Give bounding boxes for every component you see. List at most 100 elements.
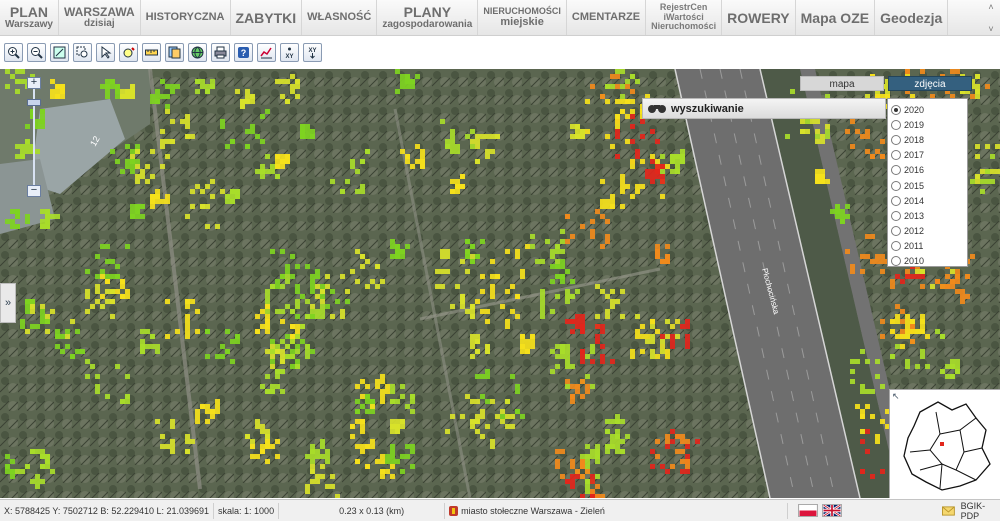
print-icon xyxy=(214,46,227,59)
year-radio[interactable] xyxy=(891,134,901,145)
tab-geodezja[interactable]: Geodezja xyxy=(875,0,949,35)
tab-rejestr-line: Nieruchomości xyxy=(651,21,717,32)
measure-ruler-button[interactable] xyxy=(142,43,161,62)
help-button[interactable]: ? xyxy=(234,43,253,62)
nav-scroll-arrows[interactable]: ˄ ˅ xyxy=(986,2,996,34)
data-source-label: miasto stołeczne Warszawa - Zieleń xyxy=(461,505,605,516)
zoom-out-button[interactable] xyxy=(27,43,46,62)
year-label: 2020 xyxy=(904,104,925,115)
aerial-ndvi-map[interactable]: 12 Płochocińska xyxy=(0,69,1000,498)
year-option[interactable]: 2020 xyxy=(891,102,967,117)
year-selector: 2020 2019 2018 2017 2016 2015 2014 2013 2012 2011… xyxy=(887,98,968,267)
zoom-extent-icon xyxy=(53,46,66,59)
tab-subtitle: dzisiaj xyxy=(84,18,115,29)
zoom-plus-button[interactable]: + xyxy=(27,77,41,89)
year-option[interactable]: 2014 xyxy=(891,193,967,208)
print-button[interactable] xyxy=(211,43,230,62)
year-radio[interactable] xyxy=(891,165,901,176)
year-radio[interactable] xyxy=(891,119,901,130)
svg-text:XY: XY xyxy=(285,54,293,59)
year-label: 2015 xyxy=(904,180,925,191)
tab-zabytki[interactable]: ZABYTKI xyxy=(231,0,303,35)
help-icon: ? xyxy=(238,47,249,58)
basemap-tab[interactable]: mapa xyxy=(800,76,884,91)
zoom-extent-button[interactable] xyxy=(50,43,69,62)
select-pointer-button[interactable] xyxy=(96,43,115,62)
english-flag-icon[interactable] xyxy=(821,504,842,517)
tab-subtitle: zagospodarowania xyxy=(382,19,473,30)
year-option[interactable]: 2019 xyxy=(891,117,967,132)
globe-button[interactable] xyxy=(188,43,207,62)
tab-title: Mapa OZE xyxy=(800,9,870,26)
tab-rejestr[interactable]: RejestrCen iWartości Nieruchomości xyxy=(646,0,723,35)
coordinates-xy-button[interactable]: XY xyxy=(280,43,299,62)
tab-plan-warszawy[interactable]: PLAN Warszawy xyxy=(0,0,59,35)
year-label: 2018 xyxy=(904,134,925,145)
overview-map[interactable]: ↖ xyxy=(889,389,1000,498)
year-radio[interactable] xyxy=(891,226,901,237)
zoom-handle[interactable] xyxy=(27,99,41,106)
tab-historyczna[interactable]: HISTORYCZNA xyxy=(141,0,231,35)
pan-icon xyxy=(123,47,135,58)
pan-button[interactable] xyxy=(119,43,138,62)
year-label: 2016 xyxy=(904,165,925,176)
tab-title: PLAN xyxy=(9,4,49,20)
year-radio[interactable] xyxy=(891,195,901,206)
warsaw-districts-outline xyxy=(903,401,991,491)
expand-panel-button[interactable]: » xyxy=(0,283,16,323)
chevron-down-icon[interactable]: ˅ xyxy=(988,24,993,34)
tab-warszawa-dzisiaj[interactable]: WARSZAWA dzisiaj xyxy=(59,0,141,35)
top-navigation: PLAN Warszawy WARSZAWA dzisiaj HISTORYCZNA ZA… xyxy=(0,0,1000,36)
year-option[interactable]: 2018 xyxy=(891,132,967,147)
year-option[interactable]: 2013 xyxy=(891,208,967,223)
year-label: 2014 xyxy=(904,195,925,206)
tab-title: HISTORYCZNA xyxy=(145,11,225,23)
year-option[interactable]: 2011 xyxy=(891,239,967,254)
map-viewport[interactable]: 12 Płochocińska + − » mapa zdjęcia wyszuk… xyxy=(0,69,1000,498)
tab-rejestr-label: RejestrCen iWartości Nieruchomości xyxy=(651,2,717,32)
year-label: 2012 xyxy=(904,226,925,237)
year-radio[interactable] xyxy=(891,256,901,267)
year-radio[interactable] xyxy=(891,180,901,191)
chevron-up-icon[interactable]: ˄ xyxy=(988,2,993,12)
zoom-slider[interactable]: + − xyxy=(27,77,41,197)
year-option[interactable]: 2015 xyxy=(891,178,967,193)
goto-xy-button[interactable]: XY xyxy=(303,43,322,62)
svg-text:?: ? xyxy=(241,48,247,58)
tab-rowery[interactable]: ROWERY xyxy=(722,0,796,35)
year-radio[interactable] xyxy=(891,210,901,221)
mail-icon[interactable] xyxy=(941,505,955,516)
tab-mapa-oze[interactable]: Mapa OZE xyxy=(796,0,876,35)
bgik-link[interactable]: BGIK-PDP xyxy=(961,501,1000,521)
map-extent: 0.23 x 0.13 (km) xyxy=(279,502,446,519)
map-toolbar: ? XY XY xyxy=(0,37,1000,68)
year-radio[interactable] xyxy=(891,241,901,252)
layers-icon xyxy=(168,46,181,59)
layers-button[interactable] xyxy=(165,43,184,62)
zoom-minus-button[interactable]: − xyxy=(27,185,41,197)
year-option[interactable]: 2017 xyxy=(891,148,967,163)
year-label: 2017 xyxy=(904,150,925,161)
tab-title: Geodezja xyxy=(880,9,943,26)
tab-plany[interactable]: PLANY zagospodarowania xyxy=(377,0,479,35)
tab-title: WŁASNOŚĆ xyxy=(307,11,372,23)
polish-flag-icon[interactable] xyxy=(797,504,818,517)
zoom-window-icon xyxy=(76,46,88,58)
search-panel-header[interactable]: wyszukiwanie xyxy=(642,98,886,119)
year-option[interactable]: 2010 xyxy=(891,254,967,269)
tab-cmentarze[interactable]: CMENTARZE xyxy=(567,0,647,35)
year-option[interactable]: 2012 xyxy=(891,224,967,239)
basemap-tab[interactable]: zdjęcia xyxy=(888,76,972,91)
tab-nieruchomosci[interactable]: NIERUCHOMOŚCI miejskie xyxy=(478,0,567,35)
collapse-overview-icon[interactable]: ↖ xyxy=(892,391,900,402)
year-radio[interactable] xyxy=(891,104,901,115)
zoom-window-button[interactable] xyxy=(73,43,92,62)
tab-title: ZABYTKI xyxy=(235,9,297,26)
zoom-in-button[interactable] xyxy=(4,43,23,62)
year-label: 2010 xyxy=(904,256,925,267)
zoom-out-icon xyxy=(31,47,43,59)
tab-wlasnosc[interactable]: WŁASNOŚĆ xyxy=(302,0,378,35)
chart-button[interactable] xyxy=(257,43,276,62)
year-radio[interactable] xyxy=(891,150,901,161)
year-option[interactable]: 2016 xyxy=(891,163,967,178)
